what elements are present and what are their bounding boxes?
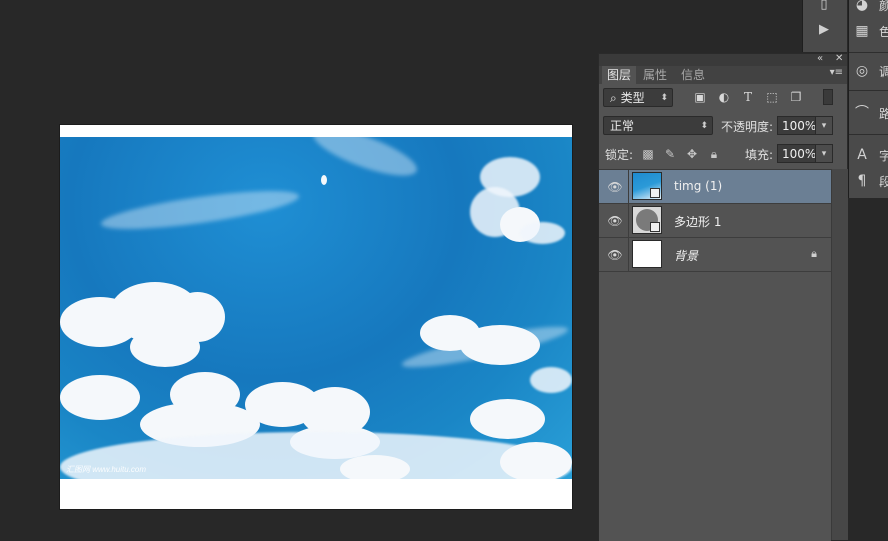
- character-icon: A: [857, 147, 867, 163]
- fill-slider-button[interactable]: ▾: [815, 144, 833, 163]
- layer-thumbnail-sky: [632, 172, 662, 200]
- panel-item-paragraph[interactable]: ¶ 段: [849, 168, 888, 194]
- opacity-input[interactable]: 100%: [777, 116, 817, 135]
- panel-topbar: « ✕: [599, 53, 847, 66]
- layers-scrollbar[interactable]: [831, 169, 848, 540]
- play-action-icon[interactable]: ▶: [813, 21, 835, 39]
- history-icon[interactable]: ▯: [813, 0, 835, 14]
- right-panel-column: ◕ 颜 ▦ 色 ◎ 调 ⌒ 路 A 字 ¶ 段: [848, 0, 888, 198]
- layers-panel: « ✕ 图层 属性 信息 ▾≡ ⌕ 类型 ⬍ ▣ ◐ T ⬚ ❐ 正常 ⬍ 不透…: [598, 53, 848, 541]
- layer-thumbnail-white: [632, 240, 662, 268]
- smart-object-filter-icon[interactable]: ❐: [788, 89, 804, 105]
- adjustments-icon: ◎: [855, 63, 869, 79]
- layer-row-polygon[interactable]: 👁︎ 多边形 1: [599, 204, 831, 238]
- fill-input[interactable]: 100%: [777, 144, 817, 163]
- lock-label: 锁定:: [605, 148, 634, 162]
- layer-thumbnail-polygon: [632, 206, 662, 234]
- layer-name: timg (1): [674, 179, 723, 193]
- panel-item-paths[interactable]: ⌒ 路: [849, 100, 888, 126]
- close-icon[interactable]: ✕: [835, 53, 843, 64]
- type-filter-icon[interactable]: T: [740, 89, 756, 105]
- panel-item-character[interactable]: A 字: [849, 142, 888, 168]
- visibility-eye-icon[interactable]: 👁︎: [607, 213, 623, 229]
- layer-filter-dropdown[interactable]: ⌕ 类型 ⬍: [603, 88, 673, 107]
- shape-badge-icon: [650, 222, 660, 232]
- layer-lock-icon: 🔒︎: [811, 247, 817, 260]
- tab-layers[interactable]: 图层: [602, 66, 637, 84]
- layer-row-background[interactable]: 👁︎ 背景 🔒︎: [599, 238, 831, 272]
- adjustment-filter-icon[interactable]: ◐: [716, 89, 732, 105]
- tab-info[interactable]: 信息: [676, 66, 710, 84]
- lock-all-icon[interactable]: 🔒︎: [707, 147, 721, 161]
- collapse-panel-icon[interactable]: «: [817, 53, 823, 64]
- palette-icon: ◕: [855, 0, 869, 13]
- chevron-updown-icon: ⬍: [660, 93, 668, 103]
- lock-position-move-icon[interactable]: ✥: [685, 147, 699, 161]
- layer-name: 背景: [674, 249, 699, 263]
- document-canvas[interactable]: 汇图网 www.huitu.com: [60, 125, 572, 509]
- image-watermark: 汇图网 www.huitu.com: [66, 465, 147, 474]
- search-icon: ⌕: [610, 91, 617, 105]
- smart-object-badge-icon: [650, 188, 660, 198]
- paths-icon: ⌒: [855, 105, 869, 121]
- layer-name: 多边形 1: [674, 215, 722, 229]
- panel-item-adjustments[interactable]: ◎ 调: [849, 58, 888, 84]
- fill-label: 填充:: [745, 148, 774, 162]
- lock-transparent-icon[interactable]: ▩: [641, 147, 655, 161]
- panel-tabs: 图层 属性 信息 ▾≡: [599, 66, 847, 84]
- panel-item-color[interactable]: ◕ 颜: [849, 0, 888, 18]
- collapsed-dock: ▯ ▶: [802, 0, 847, 52]
- sky-image-layer: 汇图网 www.huitu.com: [60, 137, 572, 479]
- swatches-icon: ▦: [855, 23, 869, 39]
- chevron-updown-icon: ⬍: [700, 121, 708, 131]
- paragraph-icon: ¶: [857, 173, 867, 189]
- filter-toggle-switch[interactable]: [823, 89, 833, 105]
- layers-list: 👁︎ timg (1) 👁︎ 多边形 1 👁︎ 背景 🔒︎: [599, 169, 831, 541]
- layer-row-timg[interactable]: 👁︎ timg (1): [599, 170, 831, 204]
- visibility-eye-icon[interactable]: 👁︎: [607, 179, 623, 195]
- lock-image-brush-icon[interactable]: ✎: [663, 147, 677, 161]
- pixel-filter-icon[interactable]: ▣: [692, 89, 708, 105]
- shape-filter-icon[interactable]: ⬚: [764, 89, 780, 105]
- blend-mode-dropdown[interactable]: 正常 ⬍: [603, 116, 713, 135]
- visibility-eye-icon[interactable]: 👁︎: [607, 247, 623, 263]
- opacity-slider-button[interactable]: ▾: [815, 116, 833, 135]
- tab-properties[interactable]: 属性: [638, 66, 672, 84]
- opacity-label: 不透明度:: [721, 120, 774, 134]
- panel-menu-icon[interactable]: ▾≡: [830, 67, 843, 78]
- panel-item-swatches[interactable]: ▦ 色: [849, 18, 888, 44]
